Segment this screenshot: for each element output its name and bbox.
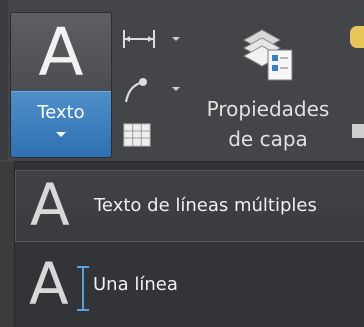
- texto-dropdown-trigger[interactable]: Texto: [11, 91, 111, 157]
- texto-label: Texto: [37, 102, 85, 123]
- table-button[interactable]: [122, 122, 158, 152]
- layer-properties-label: Propiedades de capa: [206, 97, 330, 151]
- chevron-down-icon: [172, 87, 180, 91]
- text-dropdown-menu: A Texto de líneas múltiples A Una línea: [14, 161, 364, 327]
- layer-tools-icon[interactable]: [352, 124, 364, 138]
- linear-dimension-button[interactable]: [120, 24, 184, 58]
- menu-item-label: Una línea: [93, 274, 178, 295]
- chevron-down-icon: [172, 37, 180, 41]
- multileader-button[interactable]: [120, 74, 184, 108]
- texto-button-main[interactable]: A: [11, 13, 111, 91]
- chevron-down-icon: [56, 132, 66, 137]
- menu-item-multiline-text[interactable]: A Texto de líneas múltiples: [15, 170, 364, 242]
- linear-dimension-icon: [123, 30, 155, 48]
- multileader-icon: [124, 78, 147, 103]
- ribbon-panel: A Texto Propiedades de capa: [0, 0, 364, 162]
- multiline-text-icon: A: [30, 171, 70, 239]
- menu-item-single-line-text[interactable]: A Una línea: [15, 250, 364, 322]
- menu-item-label: Texto de líneas múltiples: [94, 195, 317, 216]
- single-line-text-icon: A: [29, 250, 69, 318]
- ribbon-edge: [0, 0, 8, 160]
- texto-split-button[interactable]: A Texto: [10, 12, 112, 158]
- layer-properties-icon: [242, 29, 293, 81]
- table-icon: [123, 123, 151, 147]
- lightbulb-icon[interactable]: [350, 26, 364, 48]
- text-cursor-icon: [77, 266, 89, 311]
- text-a-icon: A: [38, 14, 84, 91]
- layer-properties-button[interactable]: Propiedades de capa: [196, 12, 340, 152]
